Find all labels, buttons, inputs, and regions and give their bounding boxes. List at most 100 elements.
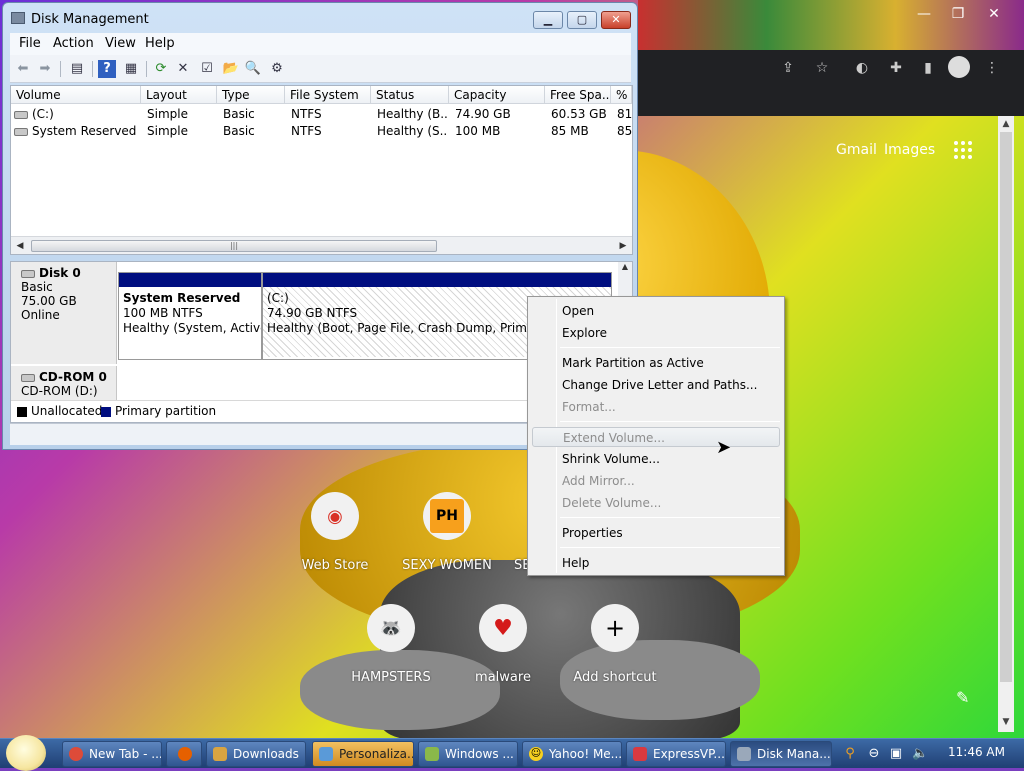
open-folder-icon[interactable]: 📂 (222, 60, 240, 78)
minimize-button[interactable]: ▁ (533, 11, 563, 29)
firefox-icon (178, 747, 192, 761)
taskbar-item-downloads[interactable]: Downloads (206, 741, 306, 767)
scroll-up-icon[interactable]: ▲ (618, 262, 632, 271)
menu-view[interactable]: View (105, 36, 136, 51)
back-arrow-icon[interactable]: ⬅ (14, 60, 32, 78)
downloads-icon (213, 747, 227, 761)
menu-separator (560, 517, 780, 518)
toolbar-separator (92, 61, 93, 77)
menu-item-extend-volume[interactable]: Extend Volume... (532, 427, 780, 447)
volume-icon[interactable]: 🔈 (912, 746, 928, 762)
scroll-thumb[interactable] (1000, 132, 1012, 682)
search-magnifier-icon[interactable]: 🔍 (244, 60, 262, 78)
menu-file[interactable]: File (19, 36, 41, 51)
column-layout[interactable]: Layout (141, 86, 217, 104)
menu-item-explore[interactable]: Explore (562, 323, 607, 343)
partition-system-reserved[interactable]: System Reserved 100 MB NTFS Healthy (Sys… (118, 272, 262, 360)
scroll-up-icon[interactable]: ▲ (998, 116, 1014, 132)
help-icon[interactable]: ? (98, 60, 116, 78)
taskbar-item-new-tab[interactable]: New Tab - ... (62, 741, 162, 767)
google-apps-icon[interactable] (954, 141, 972, 159)
menu-separator (560, 547, 780, 548)
shortcut-web-store[interactable]: ◉ Web Store (280, 492, 390, 573)
properties-icon[interactable]: ▦ (122, 60, 140, 78)
start-button[interactable] (6, 735, 46, 771)
menu-item-help[interactable]: Help (562, 553, 589, 573)
profile-avatar-icon[interactable] (948, 56, 970, 78)
chrome-minimize-icon[interactable]: — (910, 4, 938, 24)
gmail-link[interactable]: Gmail (836, 142, 877, 158)
shortcut-hampsters[interactable]: 🦝 HAMPSTERS (336, 604, 446, 685)
show-hide-console-icon[interactable]: ▤ (68, 60, 86, 78)
taskbar-item-firefox[interactable] (166, 741, 202, 767)
primary-partition-swatch (101, 406, 111, 417)
share-icon[interactable]: ⇪ (776, 58, 800, 78)
chrome-close-icon[interactable]: ✕ (980, 4, 1008, 24)
refresh-icon[interactable]: ⟳ (152, 60, 170, 78)
taskbar-item-expressvpn[interactable]: ExpressVP... (626, 741, 726, 767)
cdrom-0-label[interactable]: CD-ROM 0 CD-ROM (D:) (11, 366, 117, 400)
horizontal-scroll-thumb[interactable]: ||| (31, 240, 437, 252)
taskbar-item-windows[interactable]: Windows ... (418, 741, 518, 767)
title-bar[interactable]: Disk Management ▁ ▢ ✕ (3, 3, 637, 33)
disk-management-icon (737, 747, 751, 761)
menu-item-properties[interactable]: Properties (562, 523, 623, 543)
menu-item-change-drive-letter[interactable]: Change Drive Letter and Paths... (562, 375, 757, 395)
network-icon[interactable]: ▣ (888, 746, 904, 762)
column-status[interactable]: Status (371, 86, 449, 104)
column-file-system[interactable]: File System (285, 86, 371, 104)
column-type[interactable]: Type (217, 86, 285, 104)
check-mark-icon[interactable]: ☑ (198, 60, 216, 78)
delete-x-icon[interactable]: ✕ (174, 60, 192, 78)
drive-icon (14, 127, 28, 136)
taskbar-item-yahoo[interactable]: ☺ Yahoo! Me... (522, 741, 622, 767)
column-percent-free[interactable]: % F (611, 86, 632, 104)
column-capacity[interactable]: Capacity (449, 86, 545, 104)
taskbar-item-personalization[interactable]: Personaliza... (312, 741, 414, 767)
chrome-store-icon: ◉ (311, 492, 359, 540)
disk-0-label[interactable]: Disk 0 Basic 75.00 GB Online (11, 262, 117, 364)
menu-item-mark-active[interactable]: Mark Partition as Active (562, 353, 704, 373)
drive-icon (14, 110, 28, 119)
unallocated-swatch (17, 406, 27, 417)
close-button[interactable]: ✕ (601, 11, 631, 29)
forward-arrow-icon[interactable]: ➡ (36, 60, 54, 78)
bookmark-star-icon[interactable]: ☆ (810, 58, 834, 78)
taskbar-item-disk-management[interactable]: Disk Mana... (730, 741, 832, 767)
extensions-puzzle-icon[interactable]: ✚ (884, 58, 908, 78)
tray-app-icon[interactable]: ⊖ (866, 746, 882, 762)
side-panel-icon[interactable]: ▮ (916, 58, 940, 78)
ph-icon: PH (430, 499, 464, 533)
customize-pencil-icon[interactable]: ✎ (956, 688, 969, 707)
clock[interactable]: 11:46 AM (948, 745, 1005, 759)
menu-item-add-mirror[interactable]: Add Mirror... (562, 471, 635, 491)
menu-item-shrink-volume[interactable]: Shrink Volume... (562, 449, 660, 469)
settings-icon[interactable]: ⚙ (268, 60, 286, 78)
column-free-space[interactable]: Free Spa... (545, 86, 611, 104)
shortcut-add[interactable]: + Add shortcut (560, 604, 670, 685)
shortcut-malware[interactable]: ♥ malware (448, 604, 558, 685)
window-title: Disk Management (31, 12, 149, 27)
extension-flag-icon[interactable]: ◐ (850, 58, 874, 78)
volume-list: Volume Layout Type File System Status Ca… (10, 85, 633, 255)
search-icon[interactable]: ⚲ (842, 746, 858, 762)
cdrom-icon (21, 373, 35, 382)
chrome-vertical-scrollbar[interactable]: ▲ ▼ (998, 116, 1014, 732)
menu-item-open[interactable]: Open (562, 301, 594, 321)
scroll-right-icon[interactable]: ▶ (616, 239, 630, 253)
images-link[interactable]: Images (884, 142, 935, 158)
mouse-cursor-icon: ➤ (716, 437, 732, 458)
partition-context-menu: Open Explore Mark Partition as Active Ch… (527, 296, 785, 576)
toolbar-separator (146, 61, 147, 77)
menu-help[interactable]: Help (145, 36, 175, 51)
chrome-maximize-icon[interactable]: ❐ (944, 4, 972, 24)
scroll-left-icon[interactable]: ◀ (13, 239, 27, 253)
menu-action[interactable]: Action (53, 36, 94, 51)
column-volume[interactable]: Volume (11, 86, 141, 104)
horizontal-scrollbar[interactable]: ◀ ||| ▶ (11, 236, 632, 254)
menu-item-delete-volume[interactable]: Delete Volume... (562, 493, 661, 513)
chrome-menu-icon[interactable]: ⋮ (980, 58, 1004, 78)
maximize-button[interactable]: ▢ (567, 11, 597, 29)
menu-item-format[interactable]: Format... (562, 397, 616, 417)
scroll-down-icon[interactable]: ▼ (998, 714, 1014, 730)
